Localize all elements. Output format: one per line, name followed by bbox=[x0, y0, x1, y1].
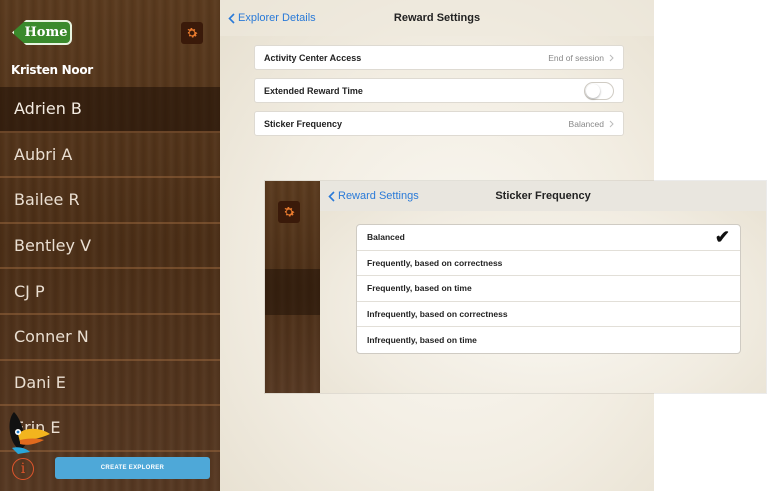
sticker-frequency-screenshot: Reward Settings Sticker Frequency Balanc… bbox=[265, 181, 766, 393]
chevron-right-icon bbox=[609, 54, 614, 61]
row-value: Balanced bbox=[568, 118, 604, 129]
create-explorer-button[interactable]: CREATE EXPLORER bbox=[55, 457, 210, 479]
selected-explorer-highlight bbox=[265, 269, 320, 315]
explorer-item[interactable]: CJ P bbox=[0, 269, 220, 315]
settings-button[interactable] bbox=[181, 22, 203, 44]
chevron-right-icon bbox=[609, 120, 614, 127]
option-label: Frequently, based on correctness bbox=[367, 257, 503, 268]
navigation-bar: Reward Settings Sticker Frequency bbox=[320, 181, 766, 211]
extended-reward-time-toggle[interactable] bbox=[584, 81, 614, 100]
sticker-frequency-row[interactable]: Sticker Frequency Balanced bbox=[254, 111, 624, 136]
settings-button[interactable] bbox=[278, 201, 300, 223]
back-label: Explorer Details bbox=[238, 12, 316, 24]
sticker-frequency-pane: Reward Settings Sticker Frequency Balanc… bbox=[320, 181, 766, 393]
row-label: Extended Reward Time bbox=[264, 85, 363, 96]
gear-icon bbox=[284, 206, 295, 217]
option-frequently-correctness[interactable]: Frequently, based on correctness bbox=[357, 251, 740, 277]
explorer-item[interactable]: Bailee R bbox=[0, 178, 220, 224]
back-label: Reward Settings bbox=[338, 190, 419, 202]
info-button[interactable]: i bbox=[12, 458, 34, 480]
gear-icon bbox=[187, 27, 198, 38]
row-value-container: End of session bbox=[548, 53, 614, 63]
sticker-frequency-options: Balanced ✔ Frequently, based on correctn… bbox=[356, 224, 741, 354]
back-button[interactable]: Reward Settings bbox=[320, 190, 419, 202]
row-value: End of session bbox=[548, 52, 604, 63]
user-name: Kristen Noor bbox=[11, 63, 93, 77]
option-infrequently-correctness[interactable]: Infrequently, based on correctness bbox=[357, 302, 740, 328]
option-label: Balanced bbox=[367, 232, 405, 243]
explorer-item[interactable]: Bentley V bbox=[0, 224, 220, 270]
explorer-item[interactable]: Aubri A bbox=[0, 133, 220, 179]
explorer-sidebar: Home Kristen Noor Adrien B Aubri A Baile… bbox=[0, 0, 220, 491]
toggle-knob bbox=[586, 83, 600, 98]
option-balanced[interactable]: Balanced ✔ bbox=[357, 225, 740, 251]
explorer-item[interactable]: Dani E bbox=[0, 361, 220, 407]
home-button[interactable]: Home bbox=[12, 20, 72, 45]
extended-reward-time-row: Extended Reward Time bbox=[254, 78, 624, 103]
option-infrequently-time[interactable]: Infrequently, based on time bbox=[357, 327, 740, 353]
activity-center-access-row[interactable]: Activity Center Access End of session bbox=[254, 45, 624, 70]
reward-settings-list: Activity Center Access End of session Ex… bbox=[254, 45, 624, 144]
sidebar-fragment bbox=[265, 181, 320, 393]
row-value-container: Balanced bbox=[569, 119, 614, 129]
explorer-item[interactable]: Conner N bbox=[0, 315, 220, 361]
explorer-list: Adrien B Aubri A Bailee R Bentley V CJ P… bbox=[0, 87, 220, 452]
option-frequently-time[interactable]: Frequently, based on time bbox=[357, 276, 740, 302]
chevron-left-icon bbox=[228, 12, 235, 24]
navigation-bar: Explorer Details Reward Settings bbox=[220, 0, 654, 36]
row-label: Activity Center Access bbox=[264, 52, 362, 63]
back-button[interactable]: Explorer Details bbox=[220, 12, 316, 24]
option-label: Infrequently, based on correctness bbox=[367, 309, 508, 320]
row-label: Sticker Frequency bbox=[264, 118, 343, 129]
option-label: Infrequently, based on time bbox=[367, 335, 477, 346]
option-label: Frequently, based on time bbox=[367, 283, 472, 294]
explorer-item[interactable]: Adrien B bbox=[0, 87, 220, 133]
chevron-left-icon bbox=[328, 190, 335, 202]
checkmark-icon: ✔ bbox=[714, 227, 730, 248]
toucan-mascot-icon bbox=[9, 412, 50, 454]
